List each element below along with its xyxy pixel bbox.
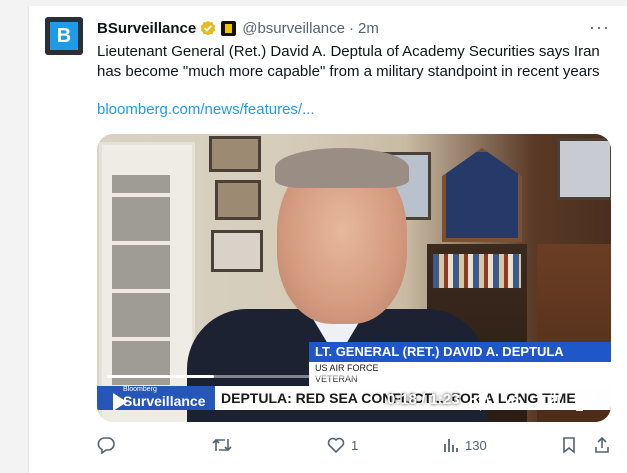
lower-third-name: LT. GENERAL (RET.) DAVID A. DEPTULA [309, 342, 611, 362]
video-controls: 0:18 / 1:23 [97, 389, 611, 419]
tweet-header: BSurveillance @bsurveillance · 2m [97, 18, 379, 38]
tweet-text: Lieutenant General (Ret.) David A. Deptu… [97, 43, 600, 80]
gear-icon[interactable] [505, 392, 525, 412]
bookmark-button[interactable] [561, 436, 577, 454]
video-scene-frame [211, 230, 263, 272]
reply-button[interactable] [97, 436, 121, 454]
pip-icon[interactable] [541, 392, 561, 412]
video-scene-frame [215, 180, 261, 220]
article-link[interactable]: bloomberg.com/news/features/... [97, 101, 315, 118]
bookmark-icon [563, 437, 575, 454]
video-scene-frame [557, 138, 611, 200]
lower-third: LT. GENERAL (RET.) DAVID A. DEPTULA US A… [309, 342, 611, 387]
repost-button[interactable] [212, 436, 238, 454]
video-timestamp: 0:18 / 1:23 [387, 391, 460, 408]
fullscreen-icon[interactable] [575, 392, 595, 412]
repost-icon [212, 438, 232, 452]
separator: · [349, 19, 354, 37]
volume-icon[interactable] [469, 392, 491, 412]
avatar[interactable]: B [45, 17, 83, 55]
share-icon [595, 436, 609, 453]
video-progress-bar[interactable] [107, 375, 601, 378]
avatar-letter: B [50, 22, 78, 50]
lower-third-role-line1: US AIR FORCE [315, 363, 379, 373]
handle[interactable]: @bsurveillance [242, 20, 345, 37]
video-scene-person-hair [275, 148, 409, 188]
reply-icon [97, 437, 115, 454]
views-count: 130 [465, 437, 487, 453]
video-scene-flag-case [442, 148, 522, 242]
video-scene-door [99, 142, 195, 422]
views-icon [444, 439, 458, 452]
display-name[interactable]: BSurveillance [97, 20, 196, 37]
play-icon[interactable] [111, 392, 129, 412]
views-button[interactable]: 130 [443, 436, 487, 454]
tweet-card[interactable]: B BSurveillance @bsurveillance · 2m ··· … [28, 6, 627, 473]
share-button[interactable] [593, 436, 611, 454]
video-progress-fill [107, 375, 215, 378]
video-player[interactable]: LT. GENERAL (RET.) DAVID A. DEPTULA US A… [97, 134, 611, 422]
like-count: 1 [351, 437, 359, 453]
affiliation-badge-icon[interactable] [221, 20, 237, 36]
verified-badge-icon[interactable] [200, 20, 216, 36]
video-scene-frame [209, 136, 261, 172]
timestamp[interactable]: 2m [358, 20, 379, 37]
more-options-icon[interactable]: ··· [589, 18, 610, 36]
heart-icon [327, 437, 345, 454]
tweet-actions: 1 130 [97, 436, 611, 458]
like-button[interactable]: 1 [327, 436, 358, 454]
